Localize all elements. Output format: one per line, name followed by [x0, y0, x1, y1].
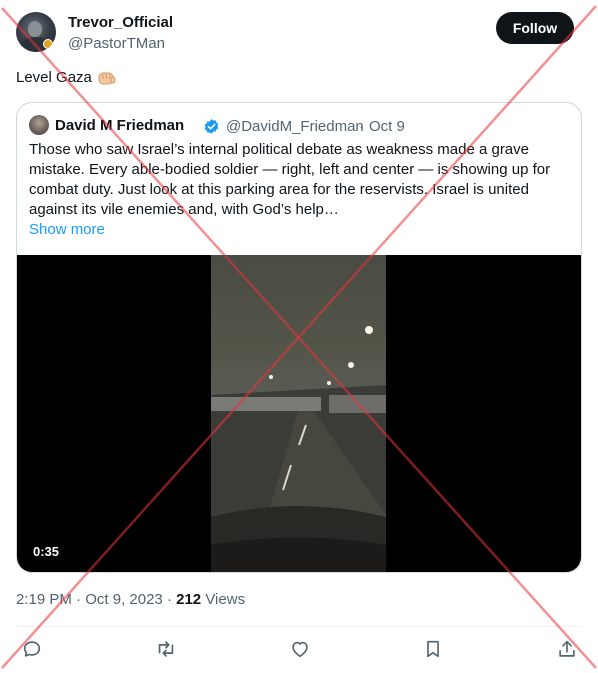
show-more-link[interactable]: Show more [29, 221, 105, 238]
action-divider [16, 626, 582, 627]
quoted-tweet[interactable]: David M Friedman @DavidM_Friedman · Oct … [16, 102, 582, 573]
quoted-separator: · [359, 118, 364, 135]
reply-icon[interactable] [20, 637, 44, 661]
meta-separator-2: · [166, 591, 172, 608]
verified-badge-icon [204, 119, 219, 134]
views-count: 212 [176, 591, 202, 608]
video-thumbnail[interactable] [211, 255, 386, 572]
tweet-date[interactable]: Oct 9, 2023 [85, 591, 163, 608]
tweet-card: Trevor_Official @PastorTMan Follow Level… [0, 0, 598, 673]
oncoming-fist-emoji-icon [98, 70, 116, 86]
author-avatar[interactable] [16, 12, 56, 52]
video-duration: 0:35 [33, 544, 60, 559]
tweet-meta: 2:19 PM · Oct 9, 2023 · 212 Views [16, 591, 245, 608]
meta-separator: · [76, 591, 82, 608]
tweet-text-content: Level Gaza [16, 69, 92, 86]
tweet-time[interactable]: 2:19 PM [16, 591, 72, 608]
views-label: Views [205, 591, 246, 608]
author-handle[interactable]: @PastorTMan [68, 35, 165, 52]
quoted-body: Those who saw Israel’s internal politica… [29, 141, 551, 218]
follow-button[interactable]: Follow [496, 12, 574, 44]
quoted-author-handle[interactable]: @DavidM_Friedman [226, 118, 364, 135]
author-name[interactable]: Trevor_Official [68, 14, 173, 31]
share-icon[interactable] [555, 637, 579, 661]
bookmark-icon[interactable] [421, 637, 445, 661]
quoted-author-avatar[interactable] [29, 115, 49, 135]
quoted-author-name[interactable]: David M Friedman [55, 117, 184, 134]
quoted-date[interactable]: Oct 9 [369, 118, 405, 135]
tweet-text: Level Gaza [16, 69, 116, 86]
video-player[interactable]: 0:35 [17, 255, 581, 572]
retweet-icon[interactable] [154, 637, 178, 661]
like-icon[interactable] [288, 637, 312, 661]
